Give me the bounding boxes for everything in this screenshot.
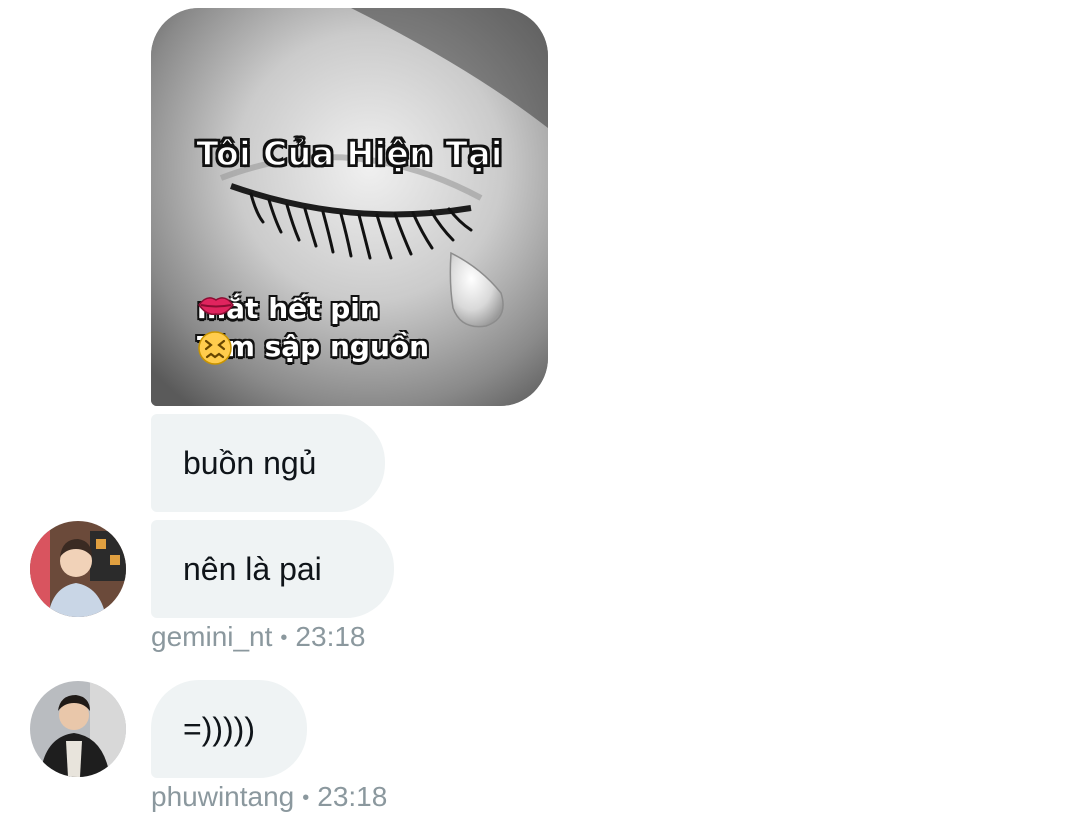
message-meta: phuwintang • 23:18 (151, 781, 387, 813)
message-text: =))))) (183, 710, 255, 747)
message-meta: gemini_nt • 23:18 (151, 621, 366, 653)
timestamp: 23:18 (295, 621, 366, 652)
separator-dot: • (302, 787, 310, 810)
username[interactable]: gemini_nt (151, 621, 272, 652)
message-bubble[interactable]: =))))) (151, 680, 307, 778)
avatar[interactable] (30, 681, 126, 777)
conversation: Tôi Của Hiện Tại mắt hết pin Tim sập ngu… (0, 0, 1080, 839)
timestamp: 23:18 (317, 781, 388, 812)
message-bubble[interactable]: nên là pai (151, 520, 394, 618)
message-text: nên là pai (183, 550, 322, 587)
meme-title: Tôi Của Hiện Tại (195, 133, 503, 174)
separator-dot: • (280, 627, 288, 650)
message-bubble[interactable]: buồn ngủ (151, 414, 385, 512)
message-text: buồn ngủ (183, 444, 317, 481)
image-message[interactable]: Tôi Của Hiện Tại mắt hết pin Tim sập ngu… (151, 8, 548, 406)
avatar[interactable] (30, 521, 126, 617)
username[interactable]: phuwintang (151, 781, 294, 812)
meme-line-2: Tim sập nguồn (197, 330, 447, 365)
meme-line-1: mắt hết pin (197, 292, 398, 325)
